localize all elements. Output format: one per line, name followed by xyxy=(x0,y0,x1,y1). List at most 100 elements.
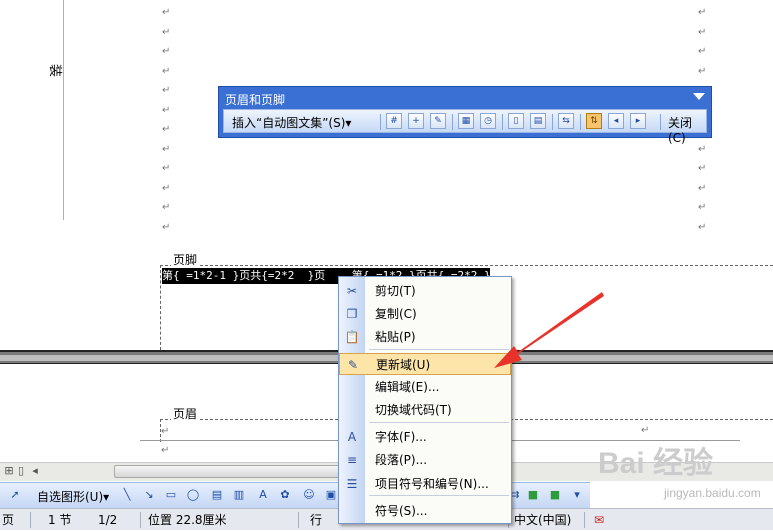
page-setup-icon[interactable]: ▯ xyxy=(508,113,524,129)
time-icon[interactable]: ◷ xyxy=(480,113,496,129)
status-separator xyxy=(584,512,585,528)
text-box-icon[interactable]: ▤ xyxy=(210,488,224,502)
clip-art-icon[interactable]: ☺ xyxy=(302,488,316,502)
paragraph-mark: ↵ xyxy=(161,445,170,456)
page-number-icon[interactable]: # xyxy=(386,113,402,129)
paragraph-mark: ↵ xyxy=(641,425,650,436)
menu-item-3[interactable]: 📋 粘贴(P) xyxy=(339,326,511,348)
binding-label: 装 xyxy=(47,63,63,78)
paste-icon: 📋 xyxy=(344,330,360,344)
oval-icon[interactable]: ◯ xyxy=(186,488,200,502)
outline-view-icon[interactable]: ▯ xyxy=(14,464,28,478)
close-button[interactable]: 关闭(C) xyxy=(668,114,706,145)
menu-item-9[interactable]: ☰ 项目符号和编号(N)... xyxy=(339,473,511,495)
same-as-previous-icon[interactable]: ⇆ xyxy=(558,113,574,129)
font-icon: A xyxy=(347,430,357,444)
status-language: 中文(中国) xyxy=(514,513,572,527)
menu-item-label: 粘贴(P) xyxy=(375,330,416,344)
scissors-icon: ✂ xyxy=(346,284,358,298)
paragraph-mark: ↵ xyxy=(162,182,171,194)
status-separator xyxy=(140,512,141,528)
rectangle-icon[interactable]: ▭ xyxy=(164,488,178,502)
select-objects-icon[interactable]: ➚ xyxy=(8,488,22,502)
insert-autotext-button[interactable]: 插入“自动图文集”(S)▾ xyxy=(232,114,351,131)
watermark-url: jingyan.baidu.com xyxy=(664,486,761,500)
menu-item-10[interactable]: 符号(S)... xyxy=(339,500,511,522)
paragraph-mark: ↵ xyxy=(698,163,707,174)
arrow-icon[interactable]: ↘ xyxy=(142,488,156,502)
menu-item-6[interactable]: 切换域代码(T) xyxy=(339,399,511,421)
paragraph-mark: ↵ xyxy=(162,26,171,38)
toolbar-separator xyxy=(552,114,553,130)
menu-item-label: 切换域代码(T) xyxy=(375,403,452,417)
menu-item-label: 编辑域(E)... xyxy=(375,380,440,394)
paragraph-mark: ↵ xyxy=(162,104,171,116)
vertical-text-box-icon[interactable]: ▥ xyxy=(232,488,246,502)
toolbar-separator xyxy=(502,114,503,130)
paragraph-mark: ↵ xyxy=(698,143,707,155)
show-previous-icon[interactable]: ◂ xyxy=(608,113,624,129)
paragraph-mark: ↵ xyxy=(162,124,171,135)
switch-header-footer-icon[interactable]: ⇅ xyxy=(586,113,602,129)
toolbar-separator xyxy=(452,114,453,130)
context-menu: ✂ 剪切(T) ❐ 复制(C) 📋 粘贴(P) ✎ 更新域(U) 编辑域(E)... 切换域代码(… xyxy=(338,276,512,524)
toolbar-options-icon[interactable] xyxy=(693,93,705,100)
menu-item-label: 更新域(U) xyxy=(376,358,431,372)
status-section: 1 节 xyxy=(48,513,72,527)
line-icon[interactable]: ╲ xyxy=(120,488,134,502)
3d-effect-icon[interactable]: ■ xyxy=(548,488,562,502)
show-next-icon[interactable]: ▸ xyxy=(630,113,646,129)
menu-item-1[interactable]: ✂ 剪切(T) xyxy=(339,280,511,302)
paragraph-mark: ↵ xyxy=(698,221,707,233)
menu-item-8[interactable]: ≡ 段落(P)... xyxy=(339,449,511,471)
toolbar-separator xyxy=(380,114,381,130)
status-separator xyxy=(30,512,31,528)
paragraph-mark: ↵ xyxy=(162,163,171,174)
paragraph-mark: ↵ xyxy=(162,221,171,233)
footer-label: 页脚 xyxy=(171,251,200,268)
shadow-style-icon[interactable]: ■ xyxy=(526,488,540,502)
format-page-number-icon[interactable]: ✎ xyxy=(430,113,446,129)
margin-guide-line xyxy=(63,0,64,220)
watermark-logo: Bai 经验 xyxy=(598,447,714,480)
paragraph-mark: ↵ xyxy=(698,7,707,18)
scrollbar-thumb[interactable] xyxy=(114,465,354,478)
menu-item-label: 段落(P)... xyxy=(375,453,428,467)
scroll-left-icon[interactable]: ◂ xyxy=(28,464,42,478)
menu-item-7[interactable]: A 字体(F)... xyxy=(339,426,511,448)
annotation-arrow-icon xyxy=(494,292,604,368)
toolbar-title: 页眉和页脚 xyxy=(225,93,286,107)
menu-item-label: 复制(C) xyxy=(375,307,417,321)
menu-item-4[interactable]: ✎ 更新域(U) xyxy=(339,353,511,375)
autoshapes-button[interactable]: 自选图形(U)▾ xyxy=(37,488,109,505)
status-separator xyxy=(298,512,299,528)
status-position: 位置 22.8厘米 xyxy=(148,513,227,527)
paragraph-mark: ↵ xyxy=(698,46,707,57)
update-field-icon: ✎ xyxy=(347,358,359,372)
paragraph-mark: ↵ xyxy=(162,202,171,213)
menu-item-label: 符号(S)... xyxy=(375,504,428,518)
wordart-icon[interactable]: A xyxy=(256,488,270,502)
spelling-status-icon[interactable]: ✉ xyxy=(594,509,604,531)
menu-item-2[interactable]: ❐ 复制(C) xyxy=(339,303,511,325)
menu-separator xyxy=(369,495,509,496)
paragraph-mark: ↵ xyxy=(698,65,707,77)
diagram-icon[interactable]: ✿ xyxy=(278,488,292,502)
menu-separator xyxy=(369,349,509,350)
paragraph-mark: ↵ xyxy=(698,202,707,213)
header-label: 页眉 xyxy=(171,405,200,422)
menu-item-label: 剪切(T) xyxy=(375,284,416,298)
picture-icon[interactable]: ▣ xyxy=(324,488,338,502)
status-page: 页 xyxy=(2,513,15,527)
page-count-icon[interactable]: + xyxy=(408,113,424,129)
paragraph-mark: ↵ xyxy=(162,46,171,57)
show-hide-text-icon[interactable]: ▤ xyxy=(530,113,546,129)
paragraph-mark: ↵ xyxy=(162,85,171,96)
header-footer-toolbar[interactable]: 页眉和页脚 插入“自动图文集”(S)▾ # + ✎ ▦ ◷ ▯ ▤ ⇆ ⇅ ◂ … xyxy=(218,86,712,145)
menu-item-5[interactable]: 编辑域(E)... xyxy=(339,376,511,398)
status-line: 行 xyxy=(310,513,323,527)
toolbar-options-icon[interactable]: ▾ xyxy=(570,488,584,502)
date-icon[interactable]: ▦ xyxy=(458,113,474,129)
toolbar-button-row: 插入“自动图文集”(S)▾ # + ✎ ▦ ◷ ▯ ▤ ⇆ ⇅ ◂ ▸ 关闭(C… xyxy=(223,109,707,145)
menu-item-label: 字体(F)... xyxy=(375,430,427,444)
